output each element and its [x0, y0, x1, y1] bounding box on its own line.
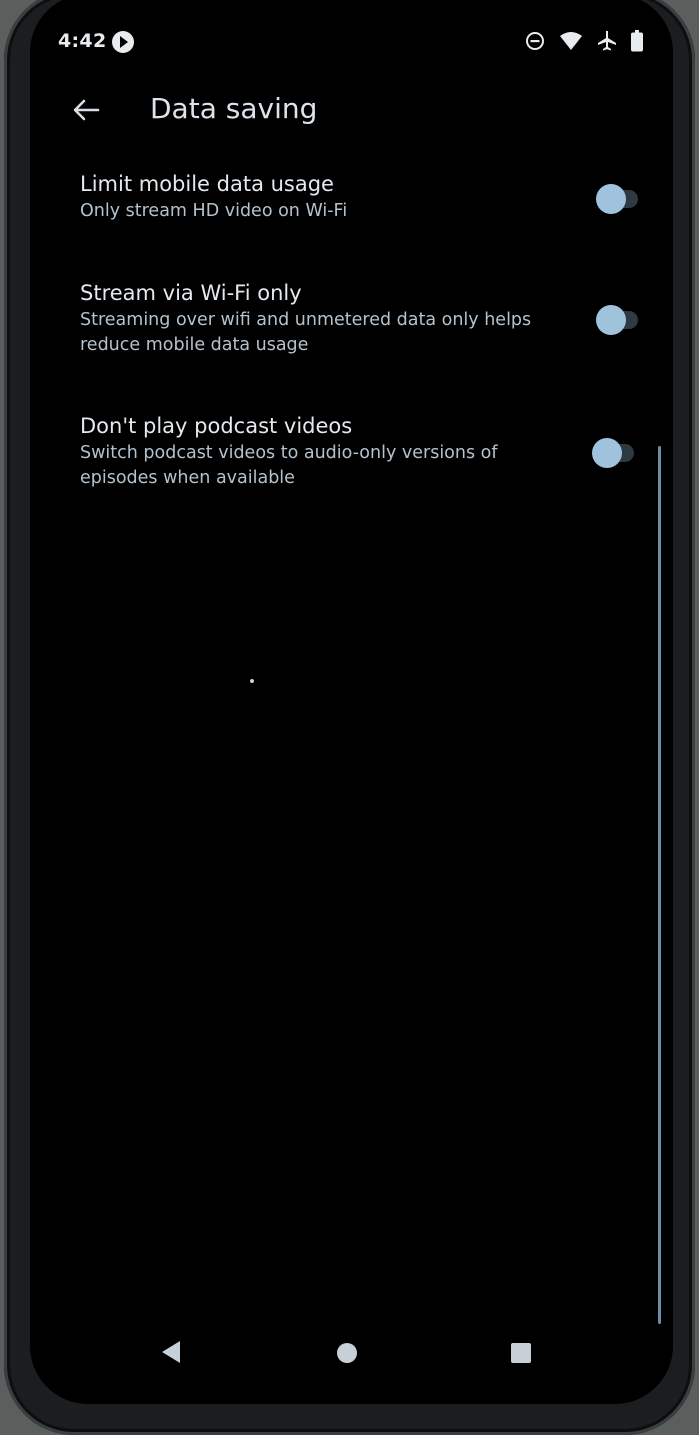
toggle-thumb	[596, 305, 626, 335]
status-icons	[525, 30, 643, 52]
navigation-bar	[30, 1334, 673, 1374]
back-button[interactable]	[66, 90, 106, 130]
status-bar: 4:42	[58, 30, 643, 60]
triangle-back-icon[interactable]	[160, 1340, 182, 1368]
scroll-indicator[interactable]	[658, 446, 661, 1324]
setting-dont-play-podcast-videos[interactable]: Don't play podcast videos Switch podcast…	[80, 412, 640, 491]
toggle-thumb	[596, 184, 626, 214]
do-not-disturb-icon	[525, 31, 545, 51]
page-title: Data saving	[150, 92, 318, 125]
wifi-icon	[559, 31, 583, 51]
screen: 4:42 Data saving Limit mobile data usage…	[30, 0, 673, 1404]
top-app-bar: Data saving	[30, 86, 673, 134]
setting-stream-wifi-only[interactable]: Stream via Wi-Fi only Streaming over wif…	[80, 279, 640, 358]
setting-title: Limit mobile data usage	[80, 172, 334, 196]
arrow-back-icon	[73, 99, 100, 121]
setting-title: Don't play podcast videos	[80, 414, 353, 438]
battery-icon	[631, 30, 643, 52]
setting-summary: Switch podcast videos to audio-only vers…	[80, 443, 498, 488]
limit-mobile-data-toggle[interactable]	[596, 184, 640, 214]
setting-limit-mobile-data[interactable]: Limit mobile data usage Only stream HD v…	[80, 170, 640, 224]
screen-dot	[250, 679, 254, 683]
square-recents-icon[interactable]	[510, 1342, 532, 1368]
dont-play-podcast-videos-toggle[interactable]	[592, 438, 636, 468]
media-playing-icon	[112, 31, 134, 53]
setting-summary: Only stream HD video on Wi-Fi	[80, 201, 348, 221]
stream-wifi-only-toggle[interactable]	[596, 305, 640, 335]
setting-title: Stream via Wi-Fi only	[80, 281, 302, 305]
toggle-thumb	[592, 438, 622, 468]
setting-summary: Streaming over wifi and unmetered data o…	[80, 310, 532, 355]
status-time: 4:42	[58, 30, 107, 52]
airplane-mode-icon	[597, 30, 617, 52]
phone-frame: 4:42 Data saving Limit mobile data usage…	[4, 0, 695, 1435]
circle-home-icon[interactable]	[336, 1342, 358, 1368]
